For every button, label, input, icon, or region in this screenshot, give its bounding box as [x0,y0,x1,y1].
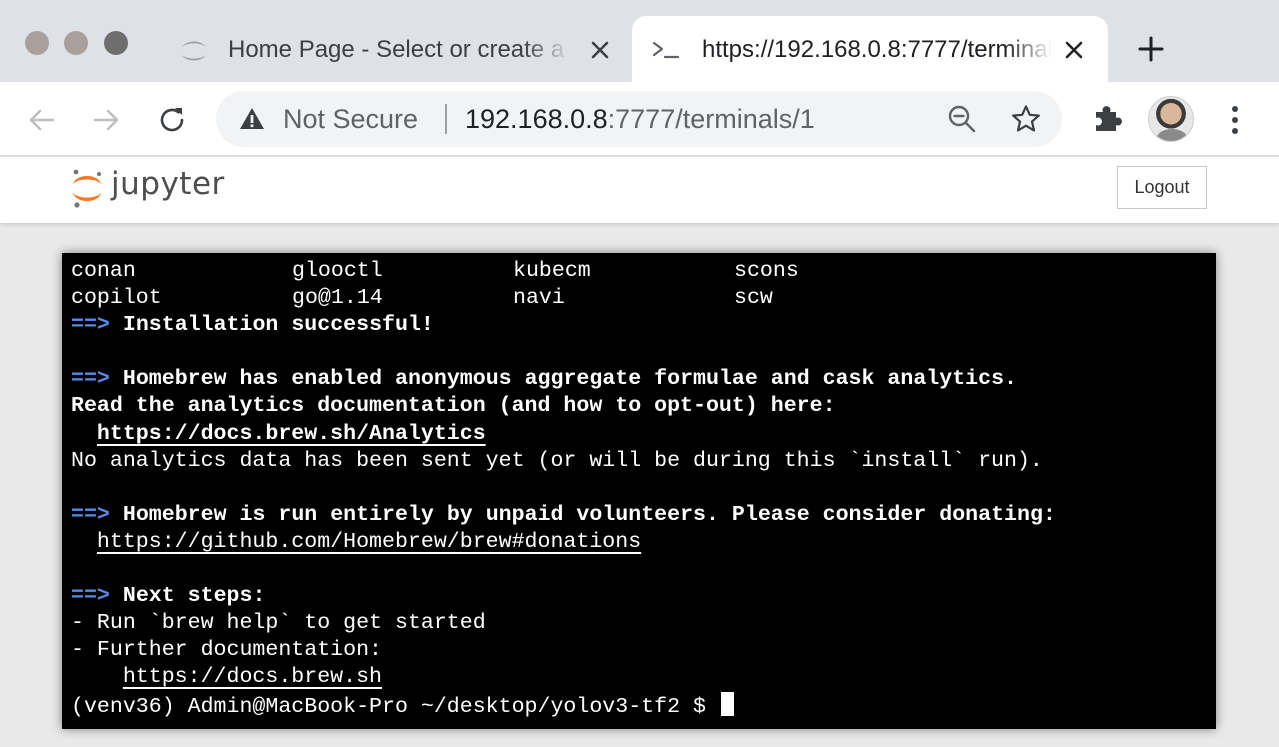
tab-strip: Home Page - Select or create a notebook … [0,0,1279,82]
terminal-line: https://docs.brew.sh [71,664,1056,691]
docs-link[interactable]: https://docs.brew.sh [123,665,382,689]
terminal-line: https://github.com/Homebrew/brew#donatio… [71,529,1056,556]
close-icon[interactable] [1060,36,1088,64]
zoom-out-icon[interactable] [946,103,978,135]
prompt-arrow: ==> [71,313,110,338]
browser-toolbar: Not Secure 192.168.0.8:7777/terminals/1 [0,82,1279,156]
window-zoom-button[interactable] [104,31,128,55]
prompt-arrow: ==> [71,502,110,527]
url-path: :7777/terminals/1 [607,104,815,134]
terminal-line: - Run `brew help` to get started [71,611,486,636]
terminal-prompt-line[interactable]: (venv36) Admin@MacBook-Pro ~/desktop/yol… [71,691,1056,719]
terminal[interactable]: conan glooctl kubecm scons copilot go@1.14 na… [62,253,1216,729]
kebab-menu-icon[interactable] [1222,102,1248,138]
terminal-line: copilot go@1.14 navi scw [71,286,773,311]
arrow-forward-icon[interactable] [90,104,122,136]
star-icon[interactable] [1010,103,1042,135]
prompt-arrow: ==> [71,367,110,392]
arrow-back-icon[interactable] [26,104,58,136]
tab-title: https://192.168.0.8:7777/terminals/1 [702,34,1052,66]
logout-button[interactable]: Logout [1117,166,1207,209]
prompt-arrow: ==> [71,584,110,609]
window-close-button[interactable] [25,31,49,55]
terminal-line: ==> Installation successful! [71,313,434,338]
terminal-line: ==> Homebrew is run entirely by unpaid v… [71,502,1056,527]
avatar[interactable] [1148,96,1194,142]
url-text[interactable]: 192.168.0.8:7777/terminals/1 [465,103,815,135]
donations-link[interactable]: https://github.com/Homebrew/brew#donatio… [97,530,641,554]
jupyter-favicon [182,41,206,61]
warning-triangle-icon[interactable] [238,105,266,133]
terminal-line: - Further documentation: [71,638,383,663]
shell-prompt: (venv36) Admin@MacBook-Pro ~/desktop/yol… [71,694,719,719]
terminal-line: ==> Homebrew has enabled anonymous aggre… [71,367,1017,392]
url-host: 192.168.0.8 [465,104,608,134]
close-icon[interactable] [586,36,614,64]
jupyter-header: jupyter Logout [0,157,1279,223]
terminal-line: conan glooctl kubecm scons [71,259,799,283]
address-bar[interactable]: Not Secure 192.168.0.8:7777/terminals/1 [216,91,1062,147]
not-secure-label[interactable]: Not Secure [283,103,418,135]
analytics-link[interactable]: https://docs.brew.sh/Analytics [97,422,486,446]
tab-terminal[interactable]: https://192.168.0.8:7777/terminals/1 [632,16,1108,82]
window-minimize-button[interactable] [64,31,88,55]
terminal-line: https://docs.brew.sh/Analytics [71,421,1056,448]
address-separator [445,104,447,134]
terminal-favicon [652,41,680,59]
terminal-line: No analytics data has been sent yet (or … [71,448,1043,473]
plus-icon[interactable] [1135,33,1167,65]
puzzle-icon[interactable] [1090,102,1124,136]
tab-title: Home Page - Select or create a notebook [228,34,570,66]
terminal-line: Read the analytics documentation (and ho… [71,394,836,419]
jupyter-logo-icon[interactable] [70,165,104,211]
reload-icon[interactable] [156,104,188,136]
terminal-cursor [720,691,734,716]
jupyter-wordmark[interactable]: jupyter [111,166,225,202]
terminal-line: ==> Next steps: [71,584,266,609]
terminal-output: conan glooctl kubecm scons copilot go@1.14 na… [71,258,1056,719]
tab-home-page[interactable]: Home Page - Select or create a notebook [160,16,630,82]
